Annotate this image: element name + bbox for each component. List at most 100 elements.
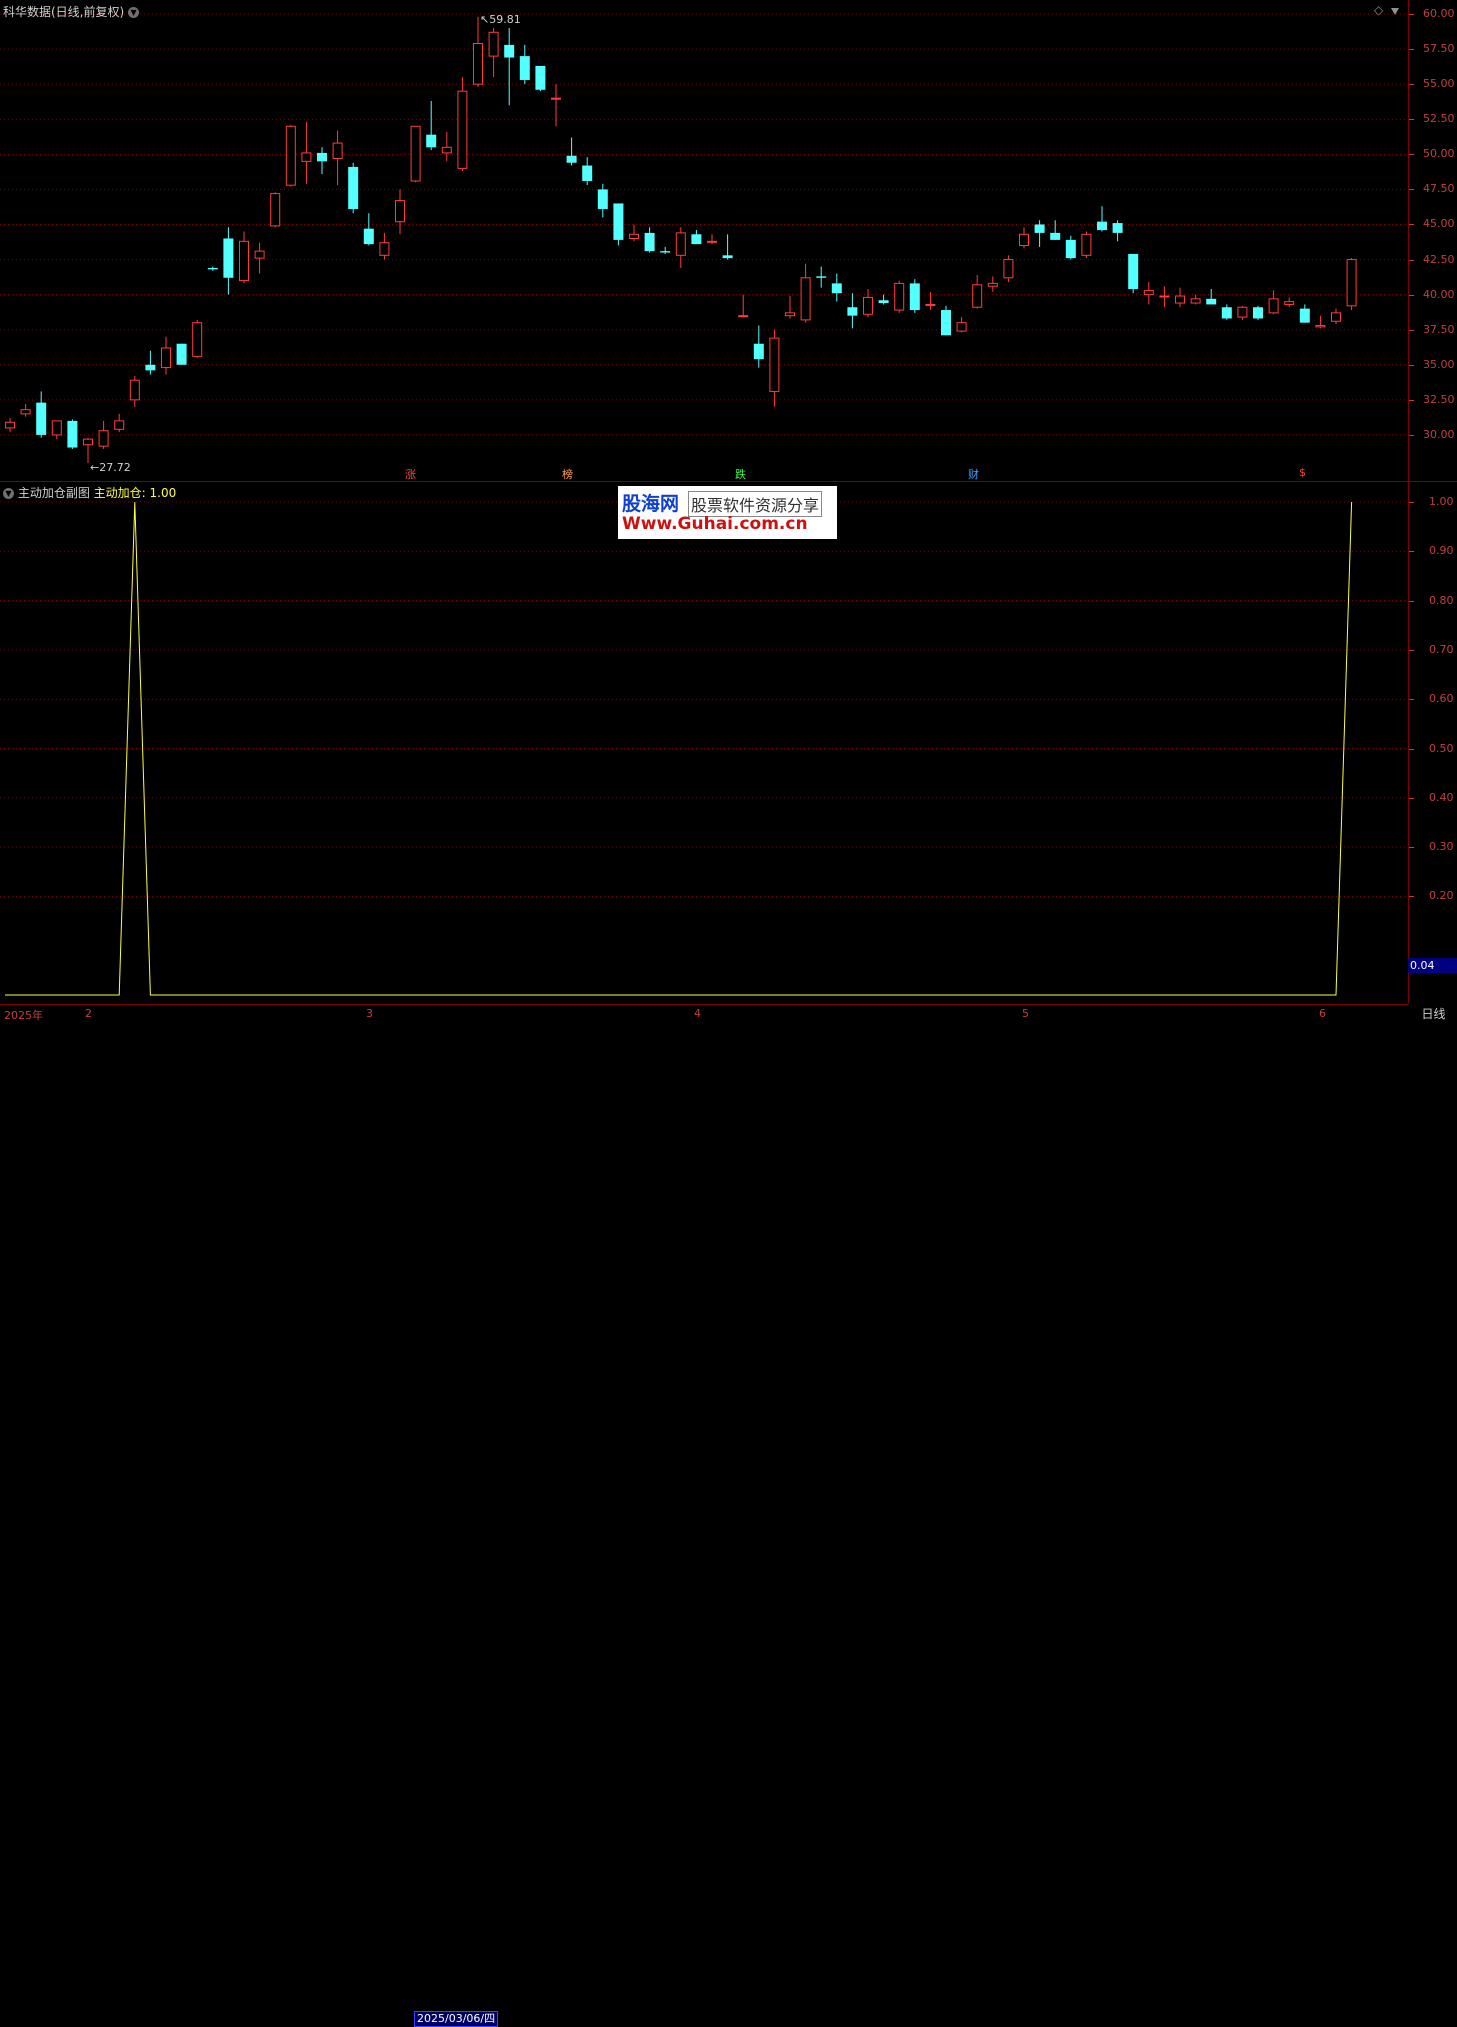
y-tick-mark [1409,502,1414,503]
sub-y-tick-label: 0.50 [1429,741,1454,755]
y-tick-mark [1409,847,1414,849]
event-tag-rise[interactable]: 涨 [405,466,416,482]
candle [239,231,249,284]
candle-body [285,125,296,186]
sub-title-text: 主动加仓副图 [17,486,90,500]
last-value-badge: 0.04 [1408,958,1457,973]
candle-body [410,125,421,182]
candle [566,137,577,166]
candle-body [597,189,608,210]
candle-body [67,420,78,448]
y-tick-mark [1409,259,1414,261]
candle [67,419,78,449]
candle [20,404,31,417]
candle [863,289,873,318]
high-marker: ↖59.81 [480,13,521,26]
candle-body [379,242,390,256]
candle [473,16,483,87]
candle [1128,253,1139,294]
candle-body [800,277,811,321]
candle-body [1237,306,1248,318]
candle [925,291,936,311]
candle-body [972,284,983,308]
candle-body [1299,308,1310,323]
candle [332,130,343,186]
candle [894,280,905,313]
candle-body [722,255,733,259]
y-tick-mark [1409,699,1414,701]
x-label-jun: 6 [1319,1007,1326,1020]
sub-chart-svg[interactable] [0,482,1408,1004]
candle-body [941,310,951,336]
event-tag-fall[interactable]: 跌 [735,466,746,482]
main-chart-panel[interactable]: ↖59.81 ←27.72 [0,0,1408,481]
candle [1143,281,1154,305]
main-panel-title: 科华数据(日线,前复权) ▼ [3,3,140,20]
candle-body [395,200,405,223]
candle [1206,289,1217,305]
candle [1315,315,1326,329]
candle [972,274,983,309]
candle [675,227,686,268]
watermark-url: Www.Guhai.com.cn [622,514,808,534]
candle-body [363,228,374,245]
candle [270,192,281,228]
candle [1050,220,1061,240]
cursor-date-label: 2025/03/06/四 [414,2011,499,2027]
candle-body [161,347,171,369]
candle-body [441,146,452,154]
candle-body [129,379,140,401]
candle [36,391,47,438]
candle-body [847,307,858,316]
candle-body [114,420,125,430]
candle-body [1050,232,1061,240]
candle [551,84,561,127]
candle-body [613,203,624,240]
candle-body [1143,289,1154,296]
candle-body [348,166,359,210]
candle [145,350,156,375]
main-chart-svg[interactable]: ↖59.81 ←27.72 [0,0,1408,481]
candle-body [582,165,593,181]
candle-body [192,322,203,357]
chevron-down-icon[interactable]: ▼ [128,7,140,18]
candle-body [894,282,905,311]
candle-body [488,31,499,57]
sub-chart-panel[interactable] [0,482,1408,1004]
event-tag-board[interactable]: 榜 [562,466,573,482]
candle [816,266,827,288]
candle-body [223,238,234,278]
candle [207,266,218,271]
period-button[interactable]: 日线 [1410,1005,1457,1023]
candle-body [769,337,780,392]
candle [441,131,452,162]
y-tick-label: 40.00 [1423,287,1455,301]
watermark-name: 股海网 [622,493,680,515]
candle [83,437,93,463]
y-tick-label: 57.50 [1423,42,1455,56]
watermark-logo: 股海网 股票软件资源分享 Www.Guhai.com.cn [618,486,837,539]
event-tag-dollar[interactable]: $ [1299,466,1306,479]
event-tag-finance[interactable]: 财 [968,466,979,482]
candle-body [987,282,998,287]
diamond-icon[interactable]: ◇ [1374,3,1383,17]
candle-body [98,430,109,447]
sub-y-tick-label: 0.20 [1429,889,1454,903]
sub-y-tick-label: 0.40 [1429,790,1454,804]
candle [644,227,655,253]
y-tick-label: 37.50 [1423,322,1455,336]
candle [254,242,265,274]
candle-body [551,97,561,100]
candle-body [738,315,749,318]
arrow-down-icon[interactable] [1390,3,1400,15]
y-tick-label: 30.00 [1423,427,1455,441]
candle-body [20,409,31,415]
y-tick-mark [1409,189,1414,191]
candle-body [1315,324,1326,328]
candle-body [753,343,764,360]
candle [395,189,405,235]
x-axis[interactable]: 2025年 2 3 2025/03/06/四 4 5 6 [0,1004,1408,2027]
candle-body [473,42,483,85]
chevron-down-icon[interactable]: ▼ [3,488,14,499]
candle-body [831,283,842,294]
